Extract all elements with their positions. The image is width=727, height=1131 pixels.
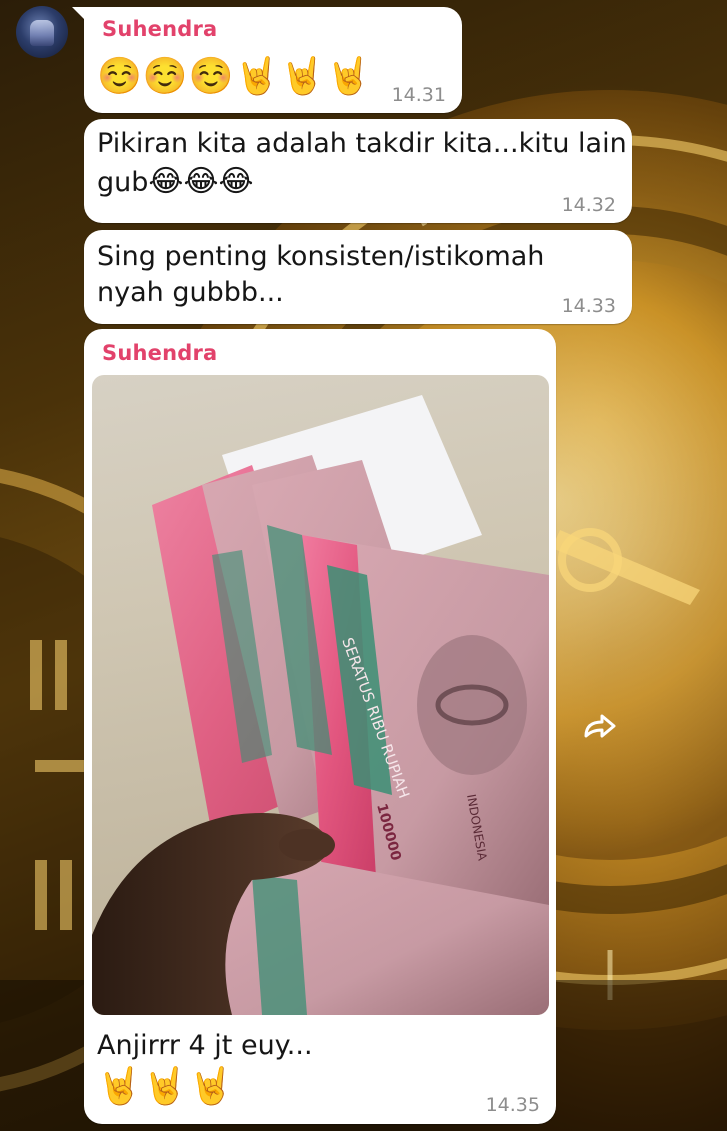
forward-button[interactable] bbox=[580, 706, 620, 746]
message-time: 14.35 bbox=[485, 1094, 540, 1116]
message-text: Anjirrr 4 jt euy... bbox=[97, 1030, 313, 1061]
sender-name: Suhendra bbox=[102, 17, 218, 41]
message-time: 14.31 bbox=[391, 84, 446, 106]
message-text: gub bbox=[97, 167, 149, 198]
message-bubble[interactable]: Sing penting konsisten/istikomah nyah gu… bbox=[84, 230, 632, 324]
message-time: 14.32 bbox=[561, 194, 616, 216]
message-text: Pikiran kita adalah takdir kita...kitu l… bbox=[97, 128, 627, 159]
message-text: Sing penting konsisten/istikomah bbox=[97, 241, 545, 272]
message-text-line2: nyah gubbb... bbox=[97, 277, 284, 308]
forward-icon bbox=[584, 714, 616, 738]
message-emojis: 😂😂😂 bbox=[148, 164, 254, 199]
message-emojis: ☺️☺️☺️🤘🤘🤘 bbox=[97, 56, 372, 97]
bubble-tail bbox=[72, 7, 88, 23]
avatar-figure bbox=[30, 20, 54, 46]
message-time: 14.33 bbox=[561, 295, 616, 317]
message-bubble[interactable]: Pikiran kita adalah takdir kita...kitu l… bbox=[84, 119, 632, 223]
photo-money-icon[interactable]: SERATUS RIBU RUPIAH 100000 INDONESIA bbox=[92, 375, 549, 1015]
message-emojis: 🤘🤘🤘 bbox=[97, 1066, 235, 1107]
photo-illustration: SERATUS RIBU RUPIAH 100000 INDONESIA bbox=[92, 395, 549, 1015]
message-text-line2: gub😂😂😂 bbox=[97, 163, 254, 202]
sender-name: Suhendra bbox=[102, 341, 218, 365]
message-bubble[interactable]: Suhendra ☺️☺️☺️🤘🤘🤘 14.31 bbox=[72, 7, 462, 113]
message-bubble[interactable]: Suhendra SERATUS RIBU RUPIAH 100000 INDO… bbox=[84, 329, 556, 1124]
avatar[interactable] bbox=[16, 6, 68, 58]
